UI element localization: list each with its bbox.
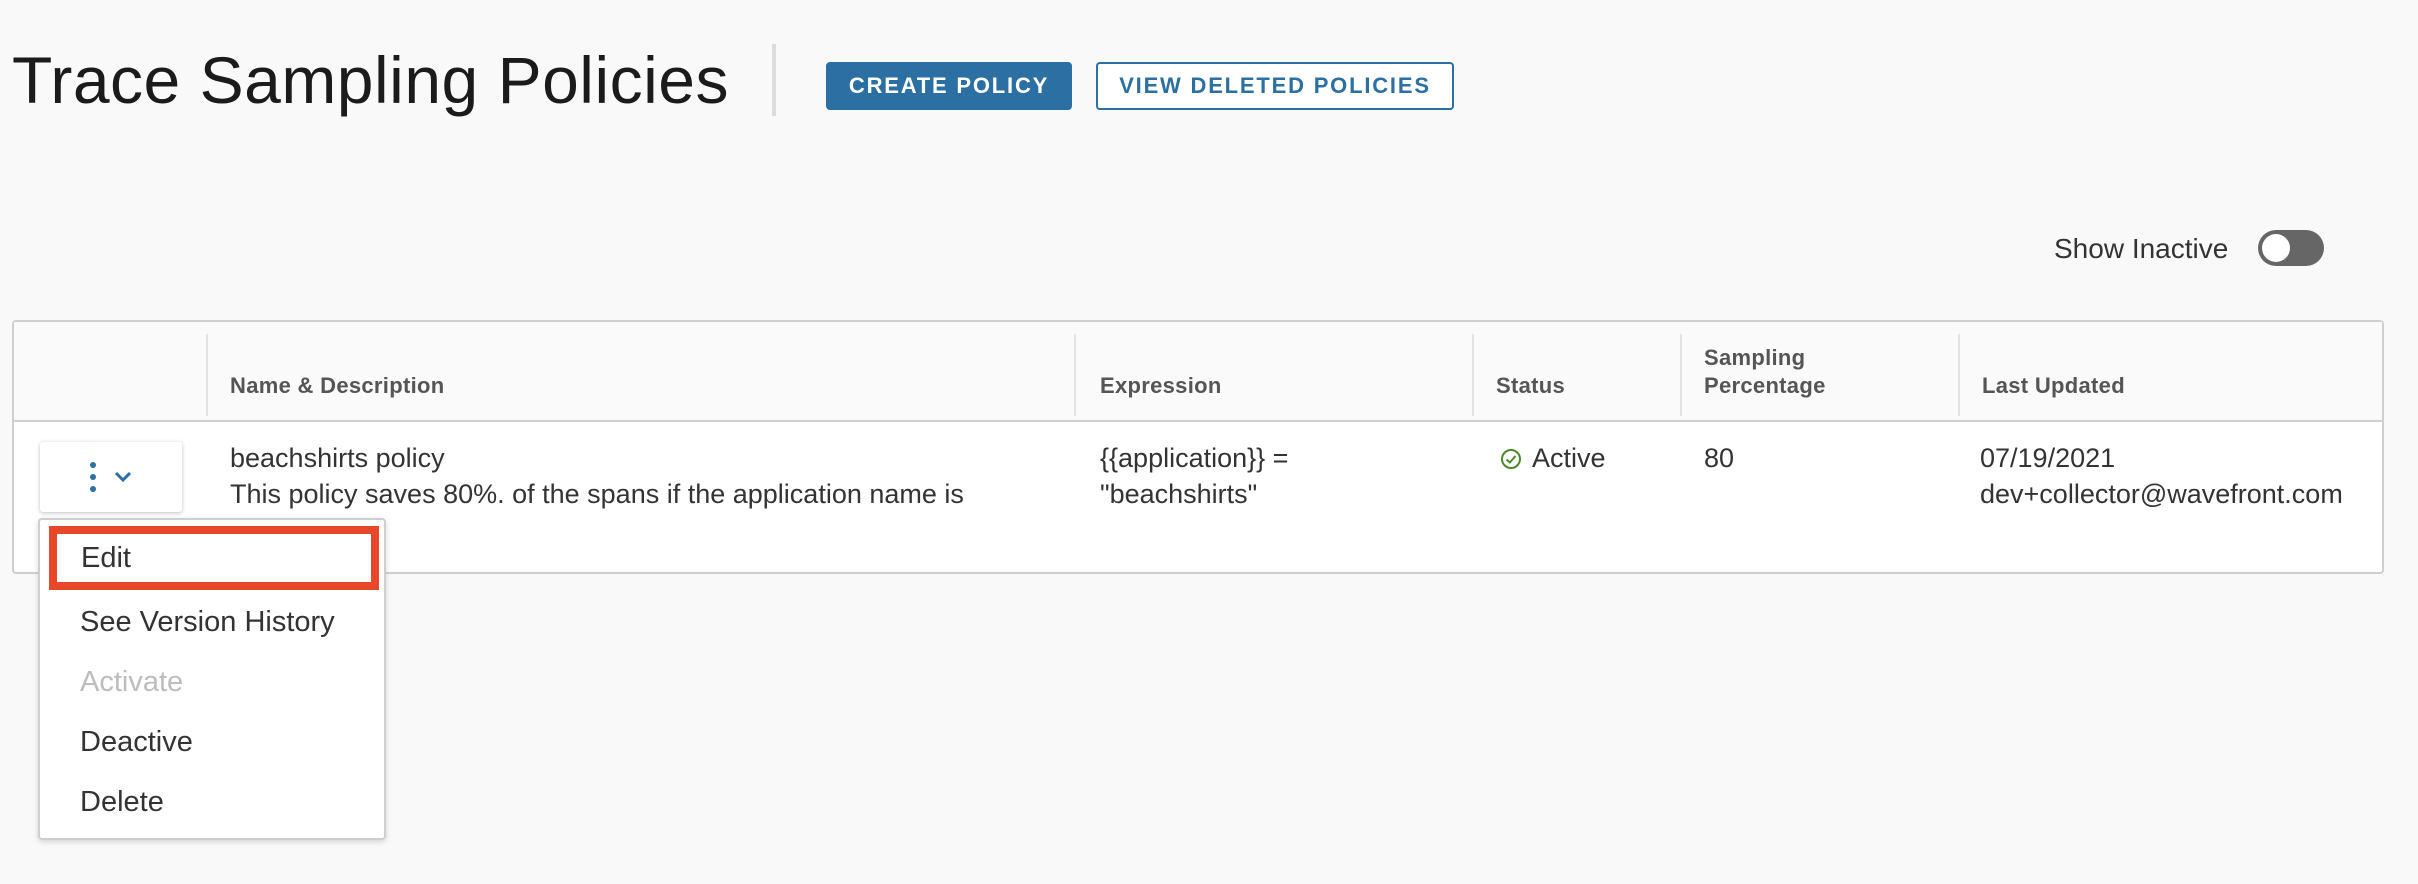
header-sampling-line1: Sampling (1704, 345, 1806, 370)
column-separator (1958, 334, 1960, 416)
title-divider (772, 44, 776, 116)
page: Trace Sampling Policies CREATE POLICY VI… (0, 0, 2418, 884)
header-sampling-percentage: Sampling Percentage (1704, 322, 1826, 422)
header-status: Status (1496, 373, 1566, 398)
header-expression: Expression (1100, 373, 1222, 398)
menu-item-delete[interactable]: Delete (40, 772, 384, 832)
check-circle-icon (1501, 449, 1521, 469)
header-name-description: Name & Description (230, 373, 445, 398)
column-separator (206, 334, 208, 416)
menu-item-deactive[interactable]: Deactive (40, 712, 384, 772)
column-separator (1680, 334, 1682, 416)
view-deleted-policies-button[interactable]: VIEW DELETED POLICIES (1096, 62, 1454, 110)
page-title: Trace Sampling Policies (12, 43, 730, 117)
row-actions-button[interactable] (40, 442, 182, 512)
status-text: Active (1532, 443, 1606, 473)
expression-line2: "beachshirts" (1100, 479, 1258, 509)
toggle-knob (2262, 234, 2290, 262)
column-separator (1074, 334, 1076, 416)
chevron-down-icon (114, 471, 132, 483)
show-inactive-label: Show Inactive (2054, 233, 2229, 264)
menu-item-activate: Activate (80, 665, 184, 698)
show-inactive-toggle[interactable] (2258, 230, 2324, 266)
header-sampling-line2: Percentage (1704, 373, 1826, 398)
last-updated-by: dev+collector@wavefront.com (1980, 479, 2343, 509)
table-header: Name & Description Expression Status Sam… (14, 322, 2382, 422)
expression-line1: {{application}} = (1100, 443, 1289, 473)
column-separator (1472, 334, 1474, 416)
row-actions-menu: Edit See Version History Activate Deacti… (38, 518, 386, 840)
last-updated-date: 07/19/2021 (1980, 443, 2116, 473)
sampling-percentage-value: 80 (1704, 443, 1735, 473)
policy-description: This policy saves 80%. of the spans if t… (230, 479, 964, 509)
status-cell: Active (1500, 440, 1606, 476)
header-last-updated: Last Updated (1982, 373, 2125, 398)
create-policy-button[interactable]: CREATE POLICY (826, 62, 1072, 110)
policy-name: beachshirts policy (230, 443, 445, 473)
kebab-icon (90, 462, 96, 492)
menu-item-see-version-history[interactable]: See Version History (40, 592, 384, 652)
menu-item-edit[interactable]: Edit (49, 526, 379, 590)
